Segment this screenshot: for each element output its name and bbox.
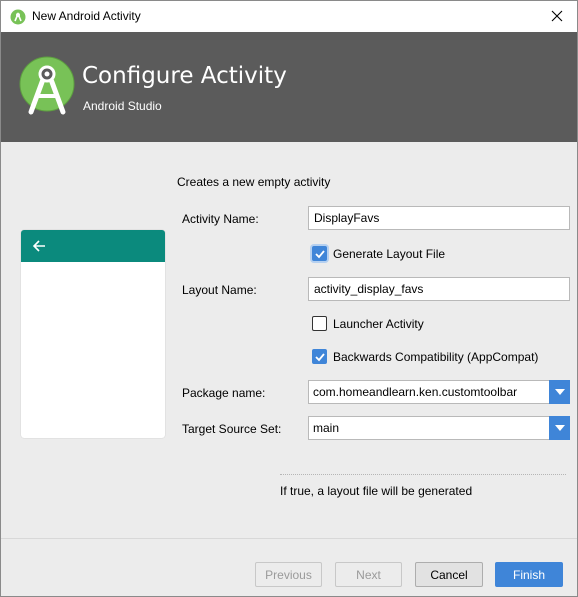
backwards-compat-checkbox[interactable] bbox=[312, 349, 327, 364]
chevron-down-icon[interactable] bbox=[549, 380, 570, 404]
activity-name-label: Activity Name: bbox=[182, 212, 259, 226]
layout-name-label: Layout Name: bbox=[182, 283, 257, 297]
close-icon[interactable] bbox=[545, 5, 569, 27]
backwards-compat-label: Backwards Compatibility (AppCompat) bbox=[333, 350, 539, 364]
next-button[interactable]: Next bbox=[335, 562, 402, 587]
package-name-combobox[interactable]: com.homeandlearn.ken.customtoolbar bbox=[308, 380, 570, 404]
generate-layout-checkbox[interactable] bbox=[312, 246, 327, 261]
hint-divider bbox=[280, 474, 566, 475]
layout-name-input[interactable]: activity_display_favs bbox=[308, 277, 570, 301]
previous-button[interactable]: Previous bbox=[255, 562, 322, 587]
android-studio-icon bbox=[10, 9, 26, 25]
page-title: Configure Activity bbox=[82, 63, 287, 89]
arrow-left-icon bbox=[31, 238, 47, 254]
page-subtitle: Android Studio bbox=[83, 99, 162, 113]
generate-layout-label: Generate Layout File bbox=[333, 247, 446, 261]
preview-toolbar bbox=[21, 230, 165, 262]
window-title: New Android Activity bbox=[32, 9, 141, 23]
hint-text: If true, a layout file will be generated bbox=[280, 484, 473, 498]
target-source-set-combobox[interactable]: main bbox=[308, 416, 570, 440]
form-description: Creates a new empty activity bbox=[177, 175, 331, 189]
activity-name-input[interactable]: DisplayFavs bbox=[308, 206, 570, 230]
android-studio-logo-icon bbox=[19, 56, 75, 118]
cancel-button[interactable]: Cancel bbox=[415, 562, 483, 587]
activity-preview bbox=[21, 230, 165, 438]
target-source-set-value: main bbox=[313, 421, 340, 435]
new-android-activity-dialog: New Android Activity Configure Activity … bbox=[0, 0, 578, 597]
launcher-activity-checkbox[interactable] bbox=[312, 316, 327, 331]
package-name-label: Package name: bbox=[182, 386, 266, 400]
target-source-set-label: Target Source Set: bbox=[182, 422, 282, 436]
chevron-down-icon[interactable] bbox=[549, 416, 570, 440]
launcher-activity-label: Launcher Activity bbox=[333, 317, 424, 331]
footer-divider bbox=[1, 538, 577, 539]
header-banner: Configure Activity Android Studio bbox=[1, 32, 577, 142]
title-bar: New Android Activity bbox=[1, 1, 577, 32]
finish-button[interactable]: Finish bbox=[495, 562, 563, 587]
package-name-value: com.homeandlearn.ken.customtoolbar bbox=[313, 385, 518, 399]
